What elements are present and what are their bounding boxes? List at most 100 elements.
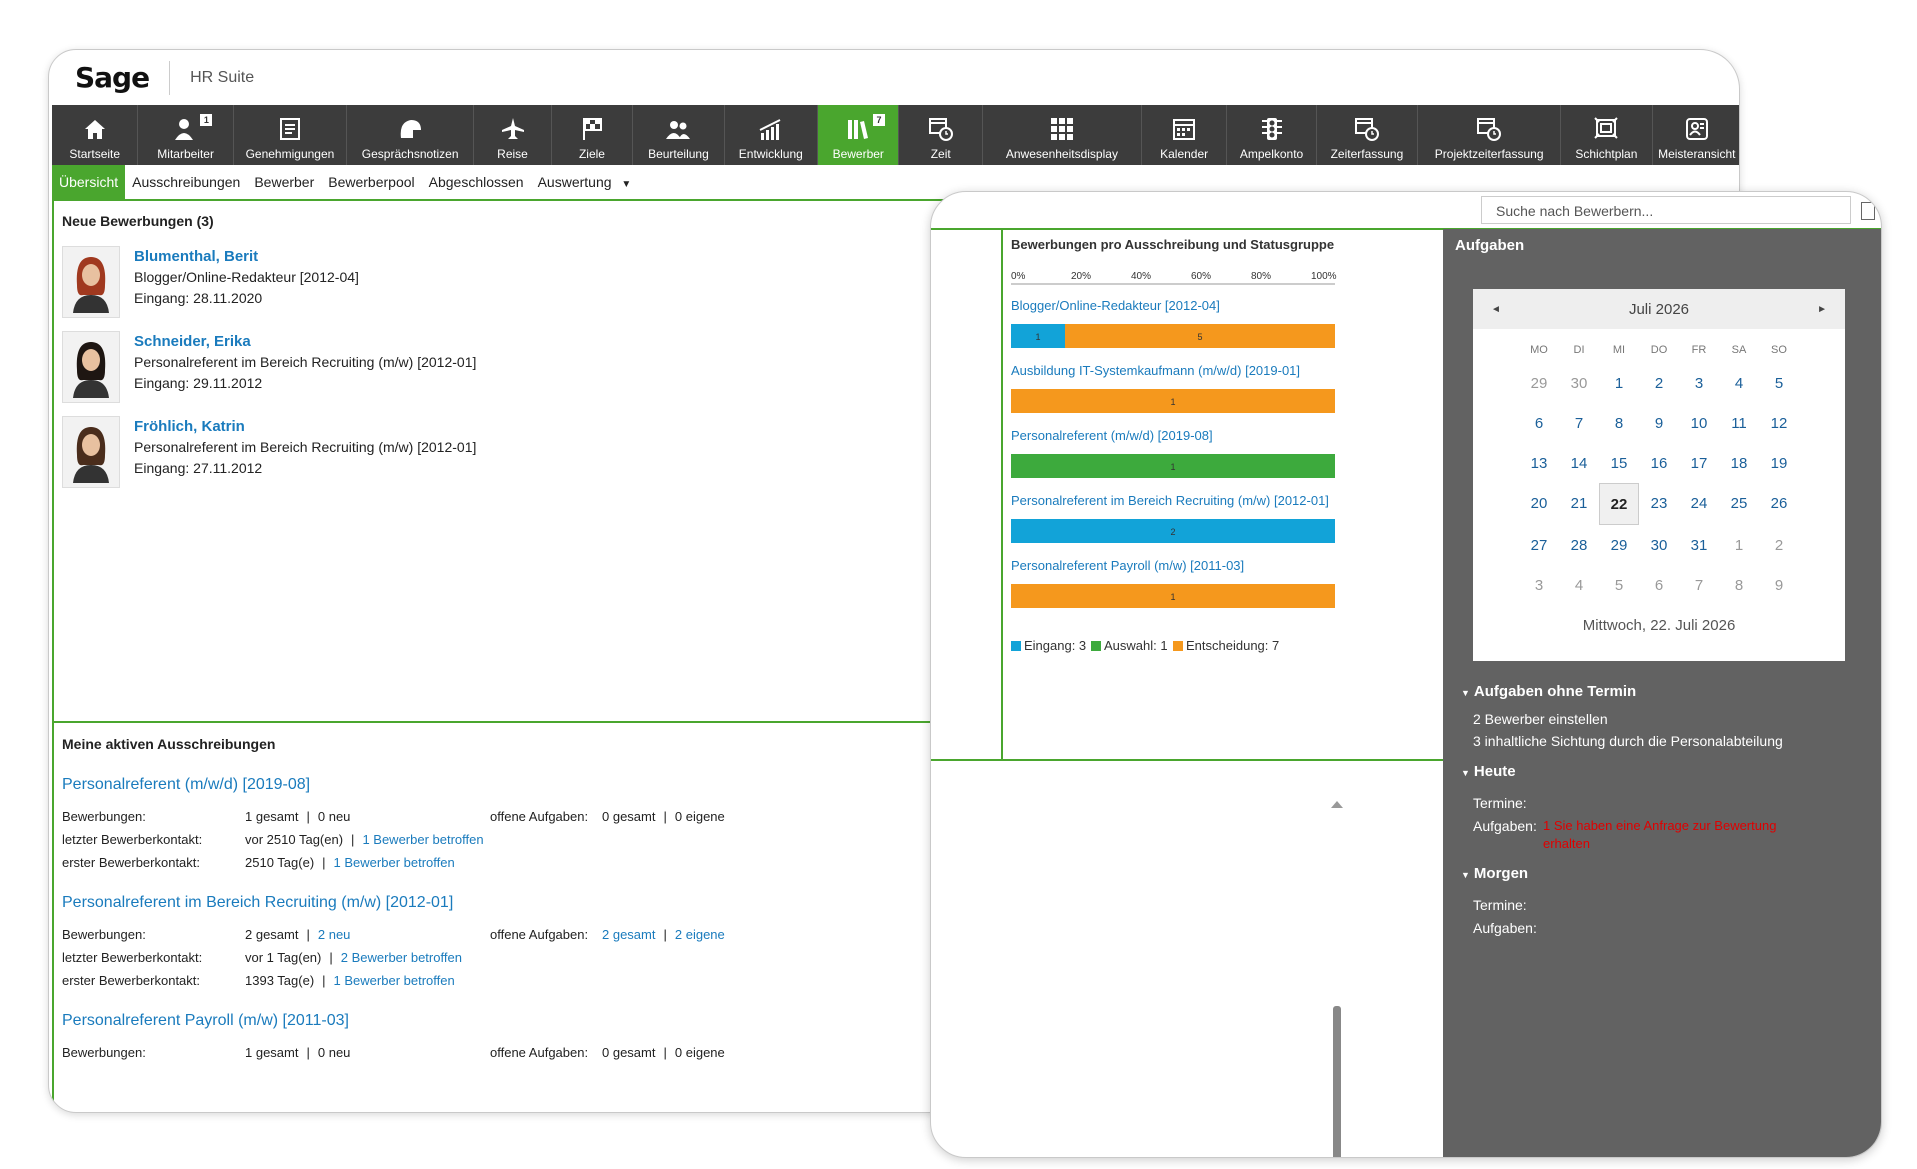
avatar[interactable] <box>62 331 120 403</box>
calendar-day[interactable]: 20 <box>1519 483 1559 523</box>
calendar-day[interactable]: 22 <box>1599 483 1639 525</box>
applicant-name-link[interactable]: Schneider, Erika <box>134 331 476 352</box>
subnav-applicants[interactable]: Bewerber <box>247 165 321 199</box>
calendar-day[interactable]: 9 <box>1759 565 1799 605</box>
nav-item-schichtplan[interactable]: Schichtplan <box>1561 105 1653 165</box>
avatar[interactable] <box>62 416 120 488</box>
calendar-day[interactable]: 6 <box>1519 403 1559 443</box>
calendar-day[interactable]: 2 <box>1759 525 1799 565</box>
calendar-day[interactable]: 5 <box>1759 363 1799 403</box>
calendar-day[interactable]: 3 <box>1519 565 1559 605</box>
document-icon[interactable] <box>1861 202 1875 220</box>
calendar-day[interactable]: 25 <box>1719 483 1759 523</box>
nav-item-genehmigungen[interactable]: Genehmigungen <box>234 105 348 165</box>
calendar-day[interactable]: 1 <box>1599 363 1639 403</box>
calendar-day[interactable]: 7 <box>1679 565 1719 605</box>
subnav-closed[interactable]: Abgeschlossen <box>422 165 531 199</box>
calendar-day[interactable]: 16 <box>1639 443 1679 483</box>
collapse-icon[interactable]: ▼ <box>1461 768 1470 778</box>
nav-item-zeiterfassung[interactable]: Zeiterfassung <box>1317 105 1419 165</box>
applicant-search-input[interactable]: Suche nach Bewerbern... <box>1481 196 1851 224</box>
avatar[interactable] <box>62 246 120 318</box>
nav-item-beurteilung[interactable]: Beurteilung <box>633 105 725 165</box>
nav-item-bewerber[interactable]: 7 Bewerber <box>818 105 900 165</box>
calendar-day[interactable]: 10 <box>1679 403 1719 443</box>
subnav-applicant-pool[interactable]: Bewerberpool <box>321 165 421 199</box>
posting-title-link[interactable]: Personalreferent im Bereich Recruiting (… <box>62 894 453 912</box>
calendar-day[interactable]: 23 <box>1639 483 1679 523</box>
subnav-overview[interactable]: Übersicht <box>52 165 126 199</box>
calendar-day[interactable]: 31 <box>1679 525 1719 565</box>
calendar-day[interactable]: 4 <box>1559 565 1599 605</box>
calendar-day[interactable]: 8 <box>1599 403 1639 443</box>
scroll-up-arrow-icon[interactable] <box>1331 801 1343 808</box>
task-item[interactable]: 3 inhaltliche Sichtung durch die Persona… <box>1473 733 1783 749</box>
nav-item-zeit[interactable]: Zeit <box>899 105 983 165</box>
calendar-day[interactable]: 13 <box>1519 443 1559 483</box>
calendar-day[interactable]: 7 <box>1559 403 1599 443</box>
nav-item-projektzeiterfassung[interactable]: Projektzeiterfassung <box>1418 105 1562 165</box>
nav-item-reise[interactable]: Reise <box>474 105 552 165</box>
applicant-item[interactable]: Blumenthal, Berit Blogger/Online-Redakteu… <box>62 246 359 321</box>
calendar-day[interactable]: 5 <box>1599 565 1639 605</box>
task-alert-link[interactable]: 1 Sie haben eine Anfrage zur Bewertung e… <box>1543 818 1776 851</box>
calendar-day[interactable]: 9 <box>1639 403 1679 443</box>
nav-item-meisteransicht[interactable]: Meisteransicht <box>1653 105 1739 165</box>
category-label[interactable]: Personalreferent (m/w/d) [2019-08] <box>1011 428 1213 443</box>
category-label[interactable]: Personalreferent Payroll (m/w) [2011-03] <box>1011 558 1244 573</box>
collapse-icon[interactable]: ▼ <box>1461 688 1470 698</box>
applicant-name-link[interactable]: Blumenthal, Berit <box>134 246 359 267</box>
calendar-day[interactable]: 29 <box>1519 363 1559 403</box>
nav-item-gesprächsnotizen[interactable]: Gesprächsnotizen <box>347 105 475 165</box>
stat-link[interactable]: 1 Bewerber betroffen <box>334 973 455 988</box>
calendar-day[interactable]: 6 <box>1639 565 1679 605</box>
subnav-evaluation[interactable]: Auswertung ▼ <box>531 165 639 199</box>
posting-title-link[interactable]: Personalreferent (m/w/d) [2019-08] <box>62 776 310 794</box>
nav-item-kalender[interactable]: Kalender <box>1142 105 1228 165</box>
tasks-total[interactable]: 2 gesamt <box>602 927 655 942</box>
prev-month-icon[interactable]: ◄ <box>1491 304 1501 315</box>
calendar-day[interactable]: 24 <box>1679 483 1719 523</box>
stat-link[interactable]: 1 Bewerber betroffen <box>362 832 483 847</box>
posting-title-link[interactable]: Personalreferent Payroll (m/w) [2011-03] <box>62 1012 349 1030</box>
calendar-day[interactable]: 2 <box>1639 363 1679 403</box>
calendar-day[interactable]: 14 <box>1559 443 1599 483</box>
calendar-day[interactable]: 26 <box>1759 483 1799 523</box>
calendar-day[interactable]: 27 <box>1519 525 1559 565</box>
calendar-day[interactable]: 11 <box>1719 403 1759 443</box>
calendar-day[interactable]: 15 <box>1599 443 1639 483</box>
calendar-day[interactable]: 8 <box>1719 565 1759 605</box>
calendar-day[interactable]: 3 <box>1679 363 1719 403</box>
calendar-day[interactable]: 30 <box>1639 525 1679 565</box>
calendar-day[interactable]: 18 <box>1719 443 1759 483</box>
calendar-day[interactable]: 30 <box>1559 363 1599 403</box>
calendar-day[interactable]: 17 <box>1679 443 1719 483</box>
nav-item-ampelkonto[interactable]: Ampelkonto <box>1227 105 1317 165</box>
nav-item-entwicklung[interactable]: Entwicklung <box>725 105 819 165</box>
applicant-item[interactable]: Schneider, Erika Personalreferent im Bere… <box>62 331 476 406</box>
sage-logo[interactable]: Sage <box>75 60 171 95</box>
stat-link[interactable]: 2 Bewerber betroffen <box>341 950 462 965</box>
category-label[interactable]: Ausbildung IT-Systemkaufmann (m/w/d) [20… <box>1011 363 1300 378</box>
calendar-day[interactable]: 19 <box>1759 443 1799 483</box>
calendar-day[interactable]: 4 <box>1719 363 1759 403</box>
applicant-item[interactable]: Fröhlich, Katrin Personalreferent im Bere… <box>62 416 476 491</box>
nav-item-anwesenheitsdisplay[interactable]: Anwesenheitsdisplay <box>983 105 1142 165</box>
category-label[interactable]: Personalreferent im Bereich Recruiting (… <box>1011 493 1329 508</box>
calendar-day[interactable]: 12 <box>1759 403 1799 443</box>
applicant-name-link[interactable]: Fröhlich, Katrin <box>134 416 476 437</box>
calendar-day[interactable]: 28 <box>1559 525 1599 565</box>
scrollbar-thumb[interactable] <box>1333 1006 1341 1157</box>
category-label[interactable]: Blogger/Online-Redakteur [2012-04] <box>1011 298 1220 313</box>
nav-item-ziele[interactable]: Ziele <box>552 105 634 165</box>
task-item[interactable]: 2 Bewerber einstellen <box>1473 711 1608 727</box>
stat-link[interactable]: 2 neu <box>318 927 351 942</box>
nav-item-mitarbeiter[interactable]: 1 Mitarbeiter <box>138 105 234 165</box>
calendar-day[interactable]: 1 <box>1719 525 1759 565</box>
collapse-icon[interactable]: ▼ <box>1461 870 1470 880</box>
tasks-own[interactable]: 2 eigene <box>675 927 725 942</box>
nav-item-startseite[interactable]: Startseite <box>52 105 139 165</box>
next-month-icon[interactable]: ► <box>1817 304 1827 315</box>
stat-link[interactable]: 1 Bewerber betroffen <box>334 855 455 870</box>
subnav-postings[interactable]: Ausschreibungen <box>125 165 247 199</box>
